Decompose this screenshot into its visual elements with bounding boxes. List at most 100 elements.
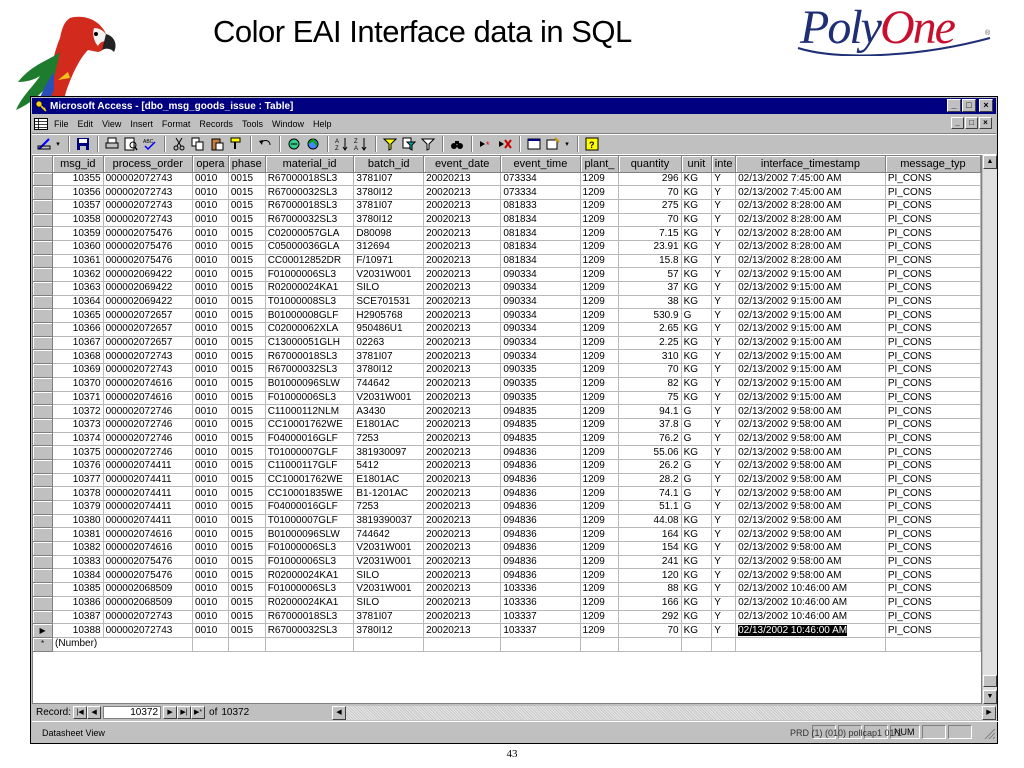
table-cell[interactable]: 000002075476: [103, 555, 194, 570]
table-cell[interactable]: Y: [711, 568, 737, 584]
table-cell[interactable]: 0015: [228, 541, 266, 556]
row-selector-header[interactable]: [33, 156, 54, 173]
table-cell[interactable]: 37: [618, 281, 682, 296]
dropdown-arrow-icon[interactable]: ▾: [54, 136, 62, 152]
table-cell[interactable]: 0015: [228, 322, 266, 337]
table-cell[interactable]: 000002072743: [103, 199, 194, 214]
table-cell[interactable]: R67000018SL3: [265, 199, 355, 214]
table-cell[interactable]: 02/13/2002 9:58:00 AM: [735, 514, 886, 529]
table-cell[interactable]: 0010: [192, 514, 229, 529]
table-cell[interactable]: 000002072743: [103, 185, 194, 200]
table-cell[interactable]: 000002074616: [103, 391, 194, 406]
sort-descending-icon[interactable]: ZA: [352, 136, 369, 152]
table-cell[interactable]: 000002074411: [103, 514, 194, 529]
table-cell[interactable]: 000002072743: [103, 623, 194, 638]
table-cell[interactable]: 164: [618, 527, 682, 543]
row-selector[interactable]: [33, 213, 54, 228]
filter-by-selection-icon[interactable]: [381, 136, 398, 152]
table-cell[interactable]: V2031W001: [353, 267, 425, 282]
insert-hyperlink-icon[interactable]: [285, 136, 302, 152]
menu-view[interactable]: View: [102, 119, 121, 129]
table-cell[interactable]: 70: [618, 213, 682, 228]
menu-insert[interactable]: Insert: [130, 119, 153, 129]
table-cell[interactable]: 02/13/2002 9:58:00 AM: [735, 473, 886, 488]
table-cell[interactable]: 744642: [353, 377, 425, 392]
table-cell[interactable]: 37.8: [618, 418, 682, 433]
table-cell[interactable]: 70: [618, 363, 682, 378]
table-cell[interactable]: 20020213: [423, 404, 502, 419]
table-cell[interactable]: Y: [711, 432, 737, 447]
table-cell[interactable]: 02/13/2002 9:58:00 AM: [735, 541, 886, 556]
undo-icon[interactable]: [256, 136, 273, 152]
table-cell[interactable]: 0010: [192, 349, 229, 365]
table-row[interactable]: 10358 000002072743 0010 0015 R67000032SL3 378…: [33, 213, 981, 228]
row-selector[interactable]: [33, 267, 54, 282]
table-cell[interactable]: KG: [681, 568, 713, 584]
table-cell[interactable]: 0010: [192, 185, 229, 200]
table-cell[interactable]: 20020213: [423, 623, 502, 638]
table-cell[interactable]: 23.91: [618, 240, 682, 255]
table-cell[interactable]: KG: [681, 541, 713, 556]
table-cell[interactable]: 0010: [192, 555, 229, 570]
table-cell[interactable]: PI_CONS: [885, 473, 981, 488]
table-row[interactable]: 10387 000002072743 0010 0015 R67000018SL3 378…: [33, 610, 981, 625]
table-cell[interactable]: 1209: [580, 349, 620, 365]
table-cell[interactable]: 20020213: [423, 336, 502, 351]
table-cell[interactable]: [353, 637, 425, 652]
row-selector[interactable]: [33, 459, 54, 474]
table-cell[interactable]: 10387: [52, 610, 104, 625]
column-header[interactable]: plant_: [580, 156, 620, 173]
cut-icon[interactable]: [170, 136, 187, 152]
table-cell[interactable]: [885, 637, 981, 652]
table-cell[interactable]: 10385: [52, 582, 104, 597]
table-cell[interactable]: 0015: [228, 514, 266, 529]
table-cell[interactable]: 073334: [500, 185, 581, 200]
table-cell[interactable]: 1209: [580, 500, 620, 515]
table-cell[interactable]: 02/13/2002 9:58:00 AM: [735, 527, 886, 543]
table-cell[interactable]: 02/13/2002 9:58:00 AM: [735, 445, 886, 460]
row-selector[interactable]: [33, 172, 54, 187]
table-cell[interactable]: 02/13/2002 9:15:00 AM: [735, 281, 886, 296]
table-cell[interactable]: 000002069422: [103, 281, 194, 296]
table-cell[interactable]: 20020213: [423, 172, 502, 187]
table-cell[interactable]: 1209: [580, 541, 620, 556]
table-cell[interactable]: 0015: [228, 610, 266, 625]
table-cell[interactable]: Y: [711, 226, 737, 241]
menu-help[interactable]: Help: [313, 119, 332, 129]
column-header[interactable]: quantity: [618, 156, 682, 173]
table-cell[interactable]: 0010: [192, 213, 229, 228]
next-record-button[interactable]: ▶: [163, 706, 178, 719]
table-cell[interactable]: 103336: [500, 582, 581, 597]
table-cell[interactable]: 10359: [52, 226, 104, 241]
table-cell[interactable]: Y: [711, 281, 737, 296]
table-cell[interactable]: 1209: [580, 363, 620, 378]
table-cell[interactable]: 0015: [228, 459, 266, 474]
table-cell[interactable]: 10371: [52, 391, 104, 406]
table-cell[interactable]: 000002069422: [103, 295, 194, 310]
table-cell[interactable]: 0010: [192, 459, 229, 474]
table-cell[interactable]: 82: [618, 377, 682, 392]
table-cell[interactable]: 20020213: [423, 596, 502, 611]
table-cell[interactable]: 090334: [500, 349, 581, 365]
table-cell[interactable]: 3780I12: [353, 213, 425, 228]
table-cell[interactable]: Y: [711, 555, 737, 570]
table-cell[interactable]: PI_CONS: [885, 445, 981, 460]
table-cell[interactable]: 3781I07: [353, 349, 425, 365]
scroll-thumb[interactable]: [983, 675, 997, 687]
table-cell[interactable]: 10377: [52, 473, 104, 488]
table-cell[interactable]: F04000016GLF: [265, 500, 355, 515]
table-cell[interactable]: 0010: [192, 500, 229, 515]
table-cell[interactable]: D80098: [353, 226, 425, 241]
table-cell[interactable]: Y: [711, 623, 737, 638]
table-cell[interactable]: 1209: [580, 527, 620, 543]
table-cell[interactable]: 10375: [52, 445, 104, 460]
table-cell[interactable]: KG: [681, 199, 713, 214]
table-cell[interactable]: 15.8: [618, 254, 682, 269]
table-cell[interactable]: 02/13/2002 8:28:00 AM: [735, 240, 886, 255]
table-cell[interactable]: 10382: [52, 541, 104, 556]
table-cell[interactable]: KG: [681, 582, 713, 597]
table-cell[interactable]: G: [681, 308, 713, 324]
table-cell[interactable]: Y: [711, 445, 737, 460]
table-cell[interactable]: 241: [618, 555, 682, 570]
table-cell[interactable]: 094836: [500, 514, 581, 529]
